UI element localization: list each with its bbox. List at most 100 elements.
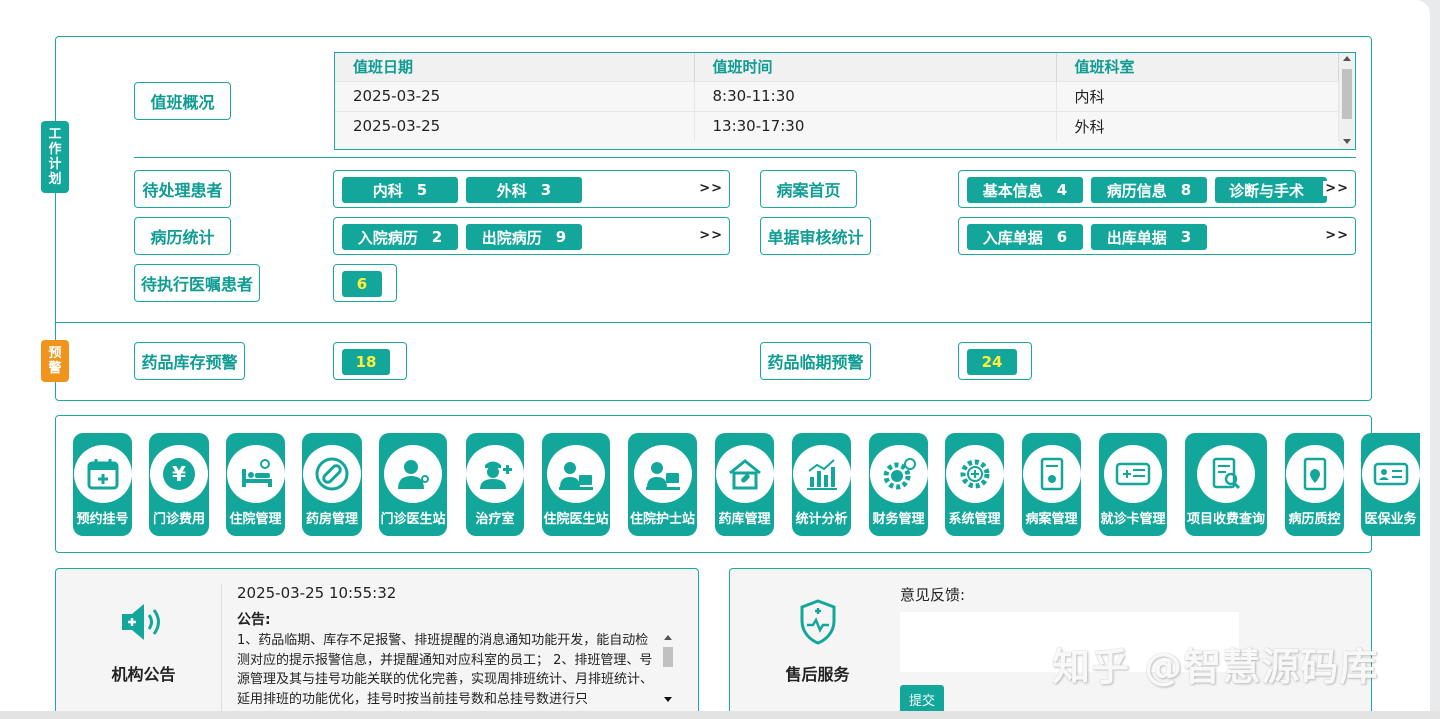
table-row[interactable]: 2025-03-25 8:30-11:30 内科 — [335, 80, 1339, 111]
card-icon — [1104, 445, 1162, 503]
record-stats-box: 入院病历 2 出院病历 9 >> — [333, 217, 730, 255]
module-tile-insurance[interactable]: 医保业务 — [1361, 433, 1420, 536]
record-stats-button[interactable]: 病历统计 — [134, 217, 231, 255]
module-name: 药房管理 — [305, 512, 358, 527]
outbound-voucher-pill[interactable]: 出库单据 3 — [1091, 224, 1207, 250]
module-name: 门诊医生站 — [380, 512, 446, 527]
hospital-bed-icon — [226, 445, 285, 503]
pending-orders-count[interactable]: 6 — [342, 271, 382, 297]
yen-icon: ¥ — [150, 445, 208, 503]
medical-record-home-button[interactable]: 病案首页 — [760, 170, 857, 208]
pill-label: 内科 — [372, 181, 403, 200]
module-tile-outpatient-fee[interactable]: ¥ 门诊费用 — [149, 433, 209, 536]
duty-table-header: 值班日期 值班时间 值班科室 — [335, 53, 1339, 81]
module-tile-quality-control[interactable]: 病历质控 — [1285, 433, 1344, 536]
scroll-down-arrow-icon[interactable] — [1343, 139, 1351, 144]
module-tile-statistics[interactable]: 统计分析 — [792, 433, 851, 536]
module-name: 系统管理 — [948, 512, 1001, 527]
system-gear-icon — [945, 445, 1004, 503]
module-tile-inpatient-doctor[interactable]: 住院医生站 — [542, 433, 610, 536]
scroll-thumb[interactable] — [1342, 69, 1352, 119]
cell-dept: 内科 — [1056, 80, 1339, 111]
header-time: 值班时间 — [694, 53, 1057, 81]
pending-orders-button[interactable]: 待执行医嘱患者 — [134, 264, 260, 302]
duty-table-scrollbar[interactable] — [1339, 53, 1355, 149]
notice-body-container[interactable]: 1、药品临期、库存不足报警、排班提醒的消息通知功能开发，能自动检测对应的提示报警… — [237, 631, 675, 711]
module-tile-nurse-station[interactable]: 住院护士站 — [628, 433, 697, 536]
expiry-warning-count[interactable]: 24 — [967, 349, 1017, 375]
inpatient-doctor-icon — [547, 445, 605, 503]
work-plan-panel: 工 作 计 划 预 警 值班概况 值班日期 值班时间 值班科室 2025-03-… — [41, 36, 1372, 401]
scroll-up-arrow-icon[interactable] — [664, 635, 672, 640]
nurse-icon — [466, 445, 524, 503]
module-tile-pharmacy[interactable]: 药房管理 — [302, 433, 362, 536]
diagnosis-surgery-pill[interactable]: 诊断与手术 — [1215, 177, 1327, 203]
cell-date: 2025-03-25 — [335, 110, 695, 141]
pill-label: 入库单据 — [982, 228, 1043, 247]
bar-chart-icon — [792, 445, 851, 503]
expiry-warning-button[interactable]: 药品临期预警 — [760, 342, 871, 380]
more-link[interactable]: >> — [699, 181, 723, 196]
pending-internal-pill[interactable]: 内科 5 — [342, 177, 458, 203]
pending-patients-box: 内科 5 外科 3 >> — [333, 170, 730, 208]
module-name: 住院医生站 — [543, 512, 609, 527]
pending-orders-box: 6 — [333, 264, 397, 302]
module-tile-system[interactable]: 系统管理 — [945, 433, 1004, 536]
pill-label: 基本信息 — [982, 181, 1043, 200]
module-name: 预约挂号 — [76, 512, 129, 527]
tag-char: 作 — [48, 142, 62, 157]
quality-control-icon — [1285, 445, 1344, 503]
module-tile-treatment[interactable]: 治疗室 — [466, 433, 524, 536]
tag-char: 工 — [48, 127, 62, 142]
notice-scrollbar[interactable] — [661, 631, 675, 711]
module-tile-record-management[interactable]: 病案管理 — [1022, 433, 1081, 536]
module-tile-drug-warehouse[interactable]: 药库管理 — [715, 433, 774, 536]
module-tile-fee-query[interactable]: 项目收费查询 — [1185, 433, 1267, 536]
module-tile-outpatient-doctor[interactable]: 门诊医生站 — [379, 433, 447, 536]
module-name: 医保业务 — [1364, 512, 1417, 527]
module-name: 住院护士站 — [629, 512, 695, 527]
more-link[interactable]: >> — [699, 228, 723, 243]
module-name: 药库管理 — [718, 512, 771, 527]
module-name: 病历质控 — [1288, 512, 1341, 527]
admission-record-pill[interactable]: 入院病历 2 — [342, 224, 458, 250]
table-row[interactable]: 2025-03-25 13:30-17:30 外科 — [335, 110, 1339, 141]
scroll-down-arrow-icon[interactable] — [664, 697, 672, 702]
submit-button[interactable]: 提交 — [900, 685, 944, 713]
module-tile-inpatient[interactable]: 住院管理 — [226, 433, 285, 536]
speaker-icon — [120, 602, 168, 646]
pill-label: 出库单据 — [1106, 228, 1167, 247]
stock-warning-count[interactable]: 18 — [342, 349, 390, 375]
inbound-voucher-pill[interactable]: 入库单据 6 — [967, 224, 1083, 250]
pill-label: 诊断与手术 — [1229, 181, 1305, 200]
pending-patients-button[interactable]: 待处理患者 — [134, 170, 231, 208]
notice-datetime: 2025-03-25 10:55:32 — [237, 584, 397, 602]
pill-label: 入院病历 — [357, 228, 418, 247]
after-sales-title: 售后服务 — [785, 665, 850, 684]
header-date: 值班日期 — [335, 53, 695, 81]
duty-overview-button[interactable]: 值班概况 — [134, 82, 231, 120]
pending-surgery-pill[interactable]: 外科 3 — [466, 177, 582, 203]
header-dept: 值班科室 — [1056, 53, 1339, 81]
scroll-up-arrow-icon[interactable] — [1343, 56, 1351, 61]
scroll-thumb[interactable] — [663, 647, 673, 667]
pill-label: 病历信息 — [1106, 181, 1167, 200]
bottom-strip — [0, 711, 1440, 719]
record-info-pill[interactable]: 病历信息 8 — [1091, 177, 1207, 203]
more-link[interactable]: >> — [1325, 228, 1349, 243]
module-name: 财务管理 — [872, 512, 925, 527]
module-name: 门诊费用 — [152, 512, 205, 527]
basic-info-pill[interactable]: 基本信息 4 — [967, 177, 1083, 203]
module-tile-appointment[interactable]: 预约挂号 — [73, 433, 132, 536]
stock-warning-button[interactable]: 药品库存预警 — [134, 342, 245, 380]
module-tile-finance[interactable]: 财务管理 — [869, 433, 928, 536]
voucher-audit-button[interactable]: 单据审核统计 — [760, 217, 871, 255]
discharge-record-pill[interactable]: 出院病历 9 — [466, 224, 582, 250]
more-link[interactable]: >> — [1323, 181, 1349, 196]
module-bar: 预约挂号 ¥ 门诊费用 住院管理 药房管理 门诊医生站 治疗室 住院医生站 住院… — [55, 415, 1420, 553]
app-frame: 工 作 计 划 预 警 值班概况 值班日期 值班时间 值班科室 2025-03-… — [0, 0, 1430, 719]
module-tile-card-management[interactable]: 就诊卡管理 — [1099, 433, 1167, 536]
pill-count: 4 — [1056, 181, 1068, 199]
pill-label: 外科 — [496, 181, 527, 200]
module-name: 统计分析 — [795, 512, 848, 527]
